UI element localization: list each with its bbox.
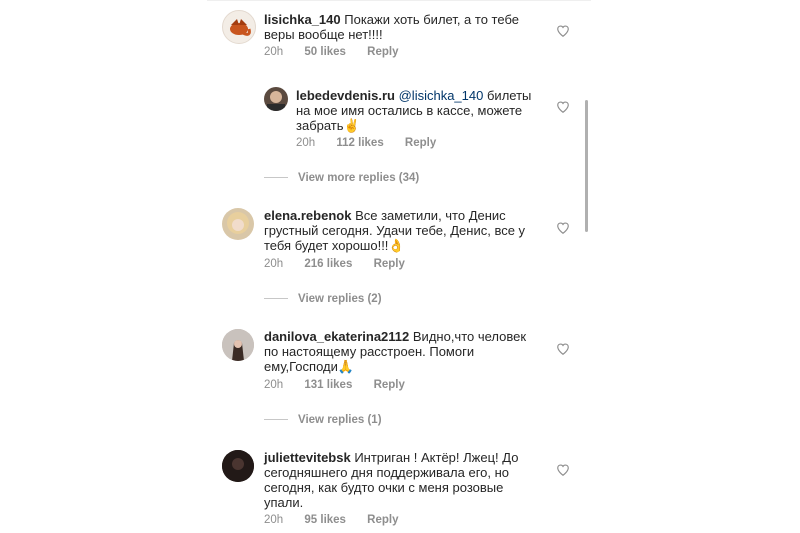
comment-username[interactable]: elena.rebenok xyxy=(264,208,351,223)
replies-divider xyxy=(264,177,288,179)
view-more-replies[interactable]: View more replies (34) xyxy=(264,172,419,184)
view-replies-label[interactable]: View replies (1) xyxy=(298,414,382,426)
reply-button[interactable]: Reply xyxy=(405,137,436,149)
comment-likes[interactable]: 112 likes xyxy=(336,137,383,149)
comment-body-line4: упали. xyxy=(264,495,304,510)
comment-time: 20h xyxy=(264,379,284,391)
comment-body-line2: веры вообще нет!!!! xyxy=(264,27,383,42)
heart-icon[interactable] xyxy=(556,221,570,235)
heart-icon[interactable] xyxy=(556,100,570,114)
comment-body-line2: сегодняшнего дня поддерживала его, но xyxy=(264,465,510,480)
comment-text: lebedevdenis.ru @lisichka_140 билеты на … xyxy=(296,88,531,133)
comment-body-line1: Все заметили, что Денис xyxy=(355,208,506,223)
comment-body-line3: тебя будет хорошо!!!👌 xyxy=(264,238,405,253)
comment-body-line1: Интриган ! Актёр! Лжец! До xyxy=(354,450,519,465)
view-replies[interactable]: View replies (1) xyxy=(264,414,382,426)
comment-username[interactable]: danilova_ekaterina2112 xyxy=(264,329,409,344)
comment-body-line2: по настоящему расстроен. Помоги xyxy=(264,344,475,359)
comment-time: 20h xyxy=(264,258,284,270)
comment-body-line1: Видно,что человек xyxy=(412,329,527,344)
comment-username[interactable]: lebedevdenis.ru xyxy=(296,88,395,103)
avatar[interactable] xyxy=(222,10,256,44)
top-divider xyxy=(207,0,591,1)
comment-likes[interactable]: 50 likes xyxy=(304,46,346,58)
avatar[interactable] xyxy=(222,329,254,361)
heart-icon[interactable] xyxy=(556,463,570,477)
view-replies-label[interactable]: View more replies (34) xyxy=(298,172,419,184)
replies-divider xyxy=(264,419,288,421)
comment-text: juliettevitebsk Интриган ! Актёр! Лжец! … xyxy=(264,450,518,510)
comment-text: lisichka_140 Покажи хоть билет, а то теб… xyxy=(264,12,519,42)
heart-icon[interactable] xyxy=(556,24,570,38)
view-replies[interactable]: View replies (2) xyxy=(264,293,382,305)
reply-button[interactable]: Reply xyxy=(374,379,405,391)
comment-username[interactable]: juliettevitebsk xyxy=(264,450,351,465)
comment-time: 20h xyxy=(296,137,316,149)
comment-time: 20h xyxy=(264,514,284,526)
replies-divider xyxy=(264,298,288,300)
comment-likes[interactable]: 95 likes xyxy=(304,514,346,526)
avatar[interactable] xyxy=(264,87,288,111)
comment-body-line3: ему,Господи🙏 xyxy=(264,359,355,374)
comment-text: elena.rebenok Все заметили, что Денис гр… xyxy=(264,208,525,253)
scrollbar[interactable] xyxy=(585,100,588,232)
comment-meta: 20h 112 likes Reply xyxy=(296,137,454,149)
comment-body-line2: грустный сегодня. Удачи тебе, Денис, все… xyxy=(264,223,526,238)
reply-button[interactable]: Reply xyxy=(374,258,405,270)
mention-link[interactable]: @lisichka_140 xyxy=(399,88,484,103)
comment-body-line3: сегодня, как будто очки с меня розовые xyxy=(264,480,504,495)
avatar[interactable] xyxy=(222,450,254,482)
avatar[interactable] xyxy=(222,208,254,240)
user-photo-icon xyxy=(267,91,285,111)
comment-meta: 20h 50 likes Reply xyxy=(264,46,417,58)
comment-username[interactable]: lisichka_140 xyxy=(264,12,341,27)
view-replies-label[interactable]: View replies (2) xyxy=(298,293,382,305)
comment-meta: 20h 216 likes Reply xyxy=(264,258,423,270)
comment-likes[interactable]: 216 likes xyxy=(304,258,352,270)
comment-body-line2: на мое имя остались в кассе, можете xyxy=(296,103,523,118)
comment-text: danilova_ekaterina2112 Видно,что человек… xyxy=(264,329,526,374)
user-photo-icon xyxy=(227,212,249,234)
comment-body-line1: Покажи хоть билет, а то тебе xyxy=(344,12,519,27)
user-photo-icon xyxy=(222,450,254,482)
comment-meta: 20h 131 likes Reply xyxy=(264,379,423,391)
comment-likes[interactable]: 131 likes xyxy=(304,379,352,391)
user-photo-icon xyxy=(222,329,254,361)
reply-button[interactable]: Reply xyxy=(367,514,398,526)
fox-avatar-icon xyxy=(230,19,251,36)
heart-icon[interactable] xyxy=(556,342,570,356)
comment-meta: 20h 95 likes Reply xyxy=(264,514,417,526)
comment-body-line1: билеты xyxy=(486,88,532,103)
reply-button[interactable]: Reply xyxy=(367,46,398,58)
comment-body-line3: забрать✌ xyxy=(296,118,360,133)
comment-time: 20h xyxy=(264,46,284,58)
